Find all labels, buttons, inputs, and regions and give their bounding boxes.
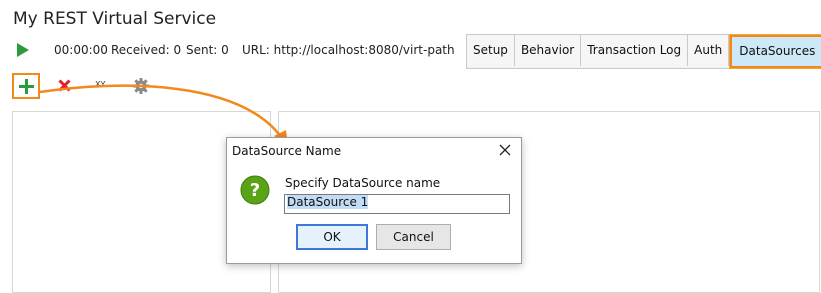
status-bar: 00:00:00 Received: 0 Sent: 0 URL: http:/… xyxy=(0,40,460,60)
tab-auth[interactable]: Auth xyxy=(688,35,730,66)
tab-bar: Setup Behavior Transaction Log Auth Data… xyxy=(466,34,821,69)
svg-text:?: ? xyxy=(250,180,260,201)
tab-behavior[interactable]: Behavior xyxy=(514,35,582,66)
datasource-name-dialog: DataSource Name ? Specify DataSource nam… xyxy=(226,137,522,264)
sent-count: Sent: 0 xyxy=(186,43,229,57)
dialog-prompt: Specify DataSource name xyxy=(285,176,441,190)
datasource-name-input[interactable]: DataSource 1 xyxy=(284,194,510,214)
service-url: URL: http://localhost:8080/virt-path xyxy=(242,43,455,57)
question-icon: ? xyxy=(240,175,270,205)
elapsed-time: 00:00:00 xyxy=(54,43,108,57)
tab-datasources[interactable]: DataSources xyxy=(729,34,821,69)
gear-icon[interactable] xyxy=(133,78,149,94)
ok-button[interactable]: OK xyxy=(296,224,368,250)
close-icon[interactable] xyxy=(497,142,513,158)
window-title: My REST Virtual Service xyxy=(13,9,217,29)
variables-button[interactable]: XY.. xyxy=(95,80,109,89)
close-icon[interactable] xyxy=(58,79,71,92)
received-count: Received: 0 xyxy=(111,43,182,57)
plus-icon[interactable] xyxy=(19,79,34,94)
input-value: DataSource 1 xyxy=(287,195,369,209)
tab-setup[interactable]: Setup xyxy=(467,35,515,66)
tab-transaction-log[interactable]: Transaction Log xyxy=(581,35,689,66)
dialog-title: DataSource Name xyxy=(232,144,342,158)
cancel-button[interactable]: Cancel xyxy=(376,224,451,250)
